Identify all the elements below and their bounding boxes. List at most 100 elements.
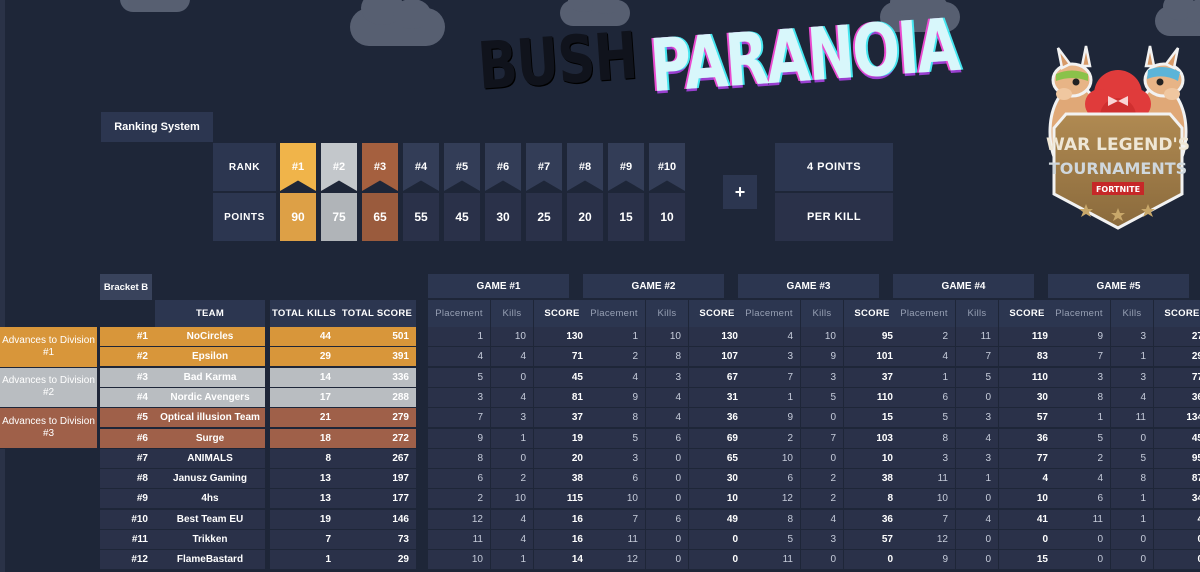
row-kills-g1: 0 bbox=[491, 367, 533, 388]
per-kill-points: 4 POINTS bbox=[775, 143, 893, 191]
row-kills-g3: 2 bbox=[801, 469, 843, 490]
row-total-kills: 13 bbox=[270, 489, 338, 510]
row-score-g2: 30 bbox=[689, 469, 745, 490]
row-total-score: 279 bbox=[338, 408, 416, 429]
row-total-kills: 14 bbox=[270, 367, 338, 388]
header-score-g3: SCORE bbox=[844, 300, 900, 327]
row-placement-g5: 8 bbox=[1048, 387, 1110, 408]
row-kills-g5: 0 bbox=[1111, 550, 1153, 571]
row-score-g2: 49 bbox=[689, 509, 745, 530]
row-score-g2: 10 bbox=[689, 489, 745, 510]
row-score-g2: 130 bbox=[689, 327, 745, 347]
row-score-g2: 69 bbox=[689, 428, 745, 449]
points-value: 65 bbox=[362, 193, 398, 241]
row-kills-g3: 0 bbox=[801, 448, 843, 469]
game-header-2: GAME #2 bbox=[583, 274, 724, 298]
row-score-g5: 27 bbox=[1154, 327, 1200, 347]
row-score-g1: 16 bbox=[534, 509, 590, 530]
cloud-icon bbox=[120, 0, 190, 12]
row-kills-g4: 3 bbox=[956, 408, 998, 429]
logo-badge: FORTNITE bbox=[1096, 185, 1140, 194]
row-placement-g5: 0 bbox=[1048, 550, 1110, 571]
row-team: FlameBastard bbox=[155, 550, 265, 571]
row-placement-g5: 5 bbox=[1048, 428, 1110, 449]
row-placement-g4: 4 bbox=[893, 347, 955, 368]
bracket-tab[interactable]: Bracket B bbox=[100, 274, 152, 300]
row-total-kills: 1 bbox=[270, 550, 338, 571]
row-placement-g3: 8 bbox=[738, 509, 800, 530]
row-score-g3: 57 bbox=[844, 530, 900, 550]
row-placement-g4: 8 bbox=[893, 428, 955, 449]
row-score-g5: 0 bbox=[1154, 530, 1200, 550]
row-score-g4: 77 bbox=[999, 448, 1055, 469]
plus-icon: + bbox=[723, 175, 757, 209]
row-rank: #6 bbox=[100, 428, 155, 449]
row-total-kills: 19 bbox=[270, 509, 338, 530]
row-kills-g4: 3 bbox=[956, 448, 998, 469]
row-rank: #5 bbox=[100, 408, 155, 429]
rank-label: #1 bbox=[280, 143, 316, 191]
row-score-g4: 41 bbox=[999, 509, 1055, 530]
row-rank: #8 bbox=[100, 469, 155, 490]
row-placement-g4: 12 bbox=[893, 530, 955, 550]
row-score-g5: 45 bbox=[1154, 428, 1200, 449]
rank-label: #3 bbox=[362, 143, 398, 191]
header-placement-g2: Placement bbox=[583, 300, 645, 327]
row-team: NoCircles bbox=[155, 327, 265, 347]
row-placement-g1: 3 bbox=[428, 387, 490, 408]
rank-label: #10 bbox=[649, 143, 685, 191]
row-team: Epsilon bbox=[155, 347, 265, 368]
row-kills-g5: 8 bbox=[1111, 469, 1153, 490]
row-placement-g1: 8 bbox=[428, 448, 490, 469]
row-placement-g2: 3 bbox=[583, 448, 645, 469]
rank-ribbon-2: #2 75 bbox=[321, 143, 357, 241]
row-kills-g2: 6 bbox=[646, 509, 688, 530]
row-kills-g4: 4 bbox=[956, 428, 998, 449]
row-kills-g5: 11 bbox=[1111, 408, 1153, 429]
row-placement-g5: 3 bbox=[1048, 367, 1110, 388]
row-placement-g1: 2 bbox=[428, 489, 490, 510]
row-placement-g5: 2 bbox=[1048, 448, 1110, 469]
row-score-g2: 0 bbox=[689, 550, 745, 571]
row-rank: #2 bbox=[100, 347, 155, 368]
row-score-g5: 134 bbox=[1154, 408, 1200, 429]
rank-ribbon-10: #10 10 bbox=[649, 143, 685, 241]
row-kills-g4: 0 bbox=[956, 489, 998, 510]
row-total-score: 336 bbox=[338, 367, 416, 388]
row-placement-g3: 3 bbox=[738, 347, 800, 368]
row-kills-g1: 4 bbox=[491, 347, 533, 368]
row-kills-g3: 3 bbox=[801, 367, 843, 388]
row-total-score: 177 bbox=[338, 489, 416, 510]
row-score-g4: 4 bbox=[999, 469, 1055, 490]
row-kills-g2: 10 bbox=[646, 327, 688, 347]
rank-ribbon-7: #7 25 bbox=[526, 143, 562, 241]
game-header-3: GAME #3 bbox=[738, 274, 879, 298]
row-kills-g4: 0 bbox=[956, 387, 998, 408]
rank-label: #7 bbox=[526, 143, 562, 191]
row-placement-g5: 6 bbox=[1048, 489, 1110, 510]
header-score-g2: SCORE bbox=[689, 300, 745, 327]
row-kills-g2: 4 bbox=[646, 408, 688, 429]
row-score-g4: 0 bbox=[999, 530, 1055, 550]
row-placement-g3: 10 bbox=[738, 448, 800, 469]
per-kill-panel: 4 POINTS PER KILL bbox=[775, 143, 893, 241]
row-placement-g3: 4 bbox=[738, 327, 800, 347]
row-score-g1: 45 bbox=[534, 367, 590, 388]
header-score-g4: SCORE bbox=[999, 300, 1055, 327]
row-kills-g5: 1 bbox=[1111, 489, 1153, 510]
row-team: Nordic Avengers bbox=[155, 387, 265, 408]
row-total-score: 73 bbox=[338, 530, 416, 550]
row-score-g1: 19 bbox=[534, 428, 590, 449]
ranking-system-tab[interactable]: Ranking System bbox=[101, 112, 213, 142]
row-score-g1: 71 bbox=[534, 347, 590, 368]
rank-label: #8 bbox=[567, 143, 603, 191]
row-kills-g3: 7 bbox=[801, 428, 843, 449]
row-team: ANIMALS bbox=[155, 448, 265, 469]
game-header-1: GAME #1 bbox=[428, 274, 569, 298]
row-score-g2: 65 bbox=[689, 448, 745, 469]
row-kills-g5: 3 bbox=[1111, 367, 1153, 388]
row-score-g4: 110 bbox=[999, 367, 1055, 388]
row-kills-g1: 0 bbox=[491, 448, 533, 469]
row-placement-g2: 11 bbox=[583, 530, 645, 550]
row-placement-g1: 12 bbox=[428, 509, 490, 530]
